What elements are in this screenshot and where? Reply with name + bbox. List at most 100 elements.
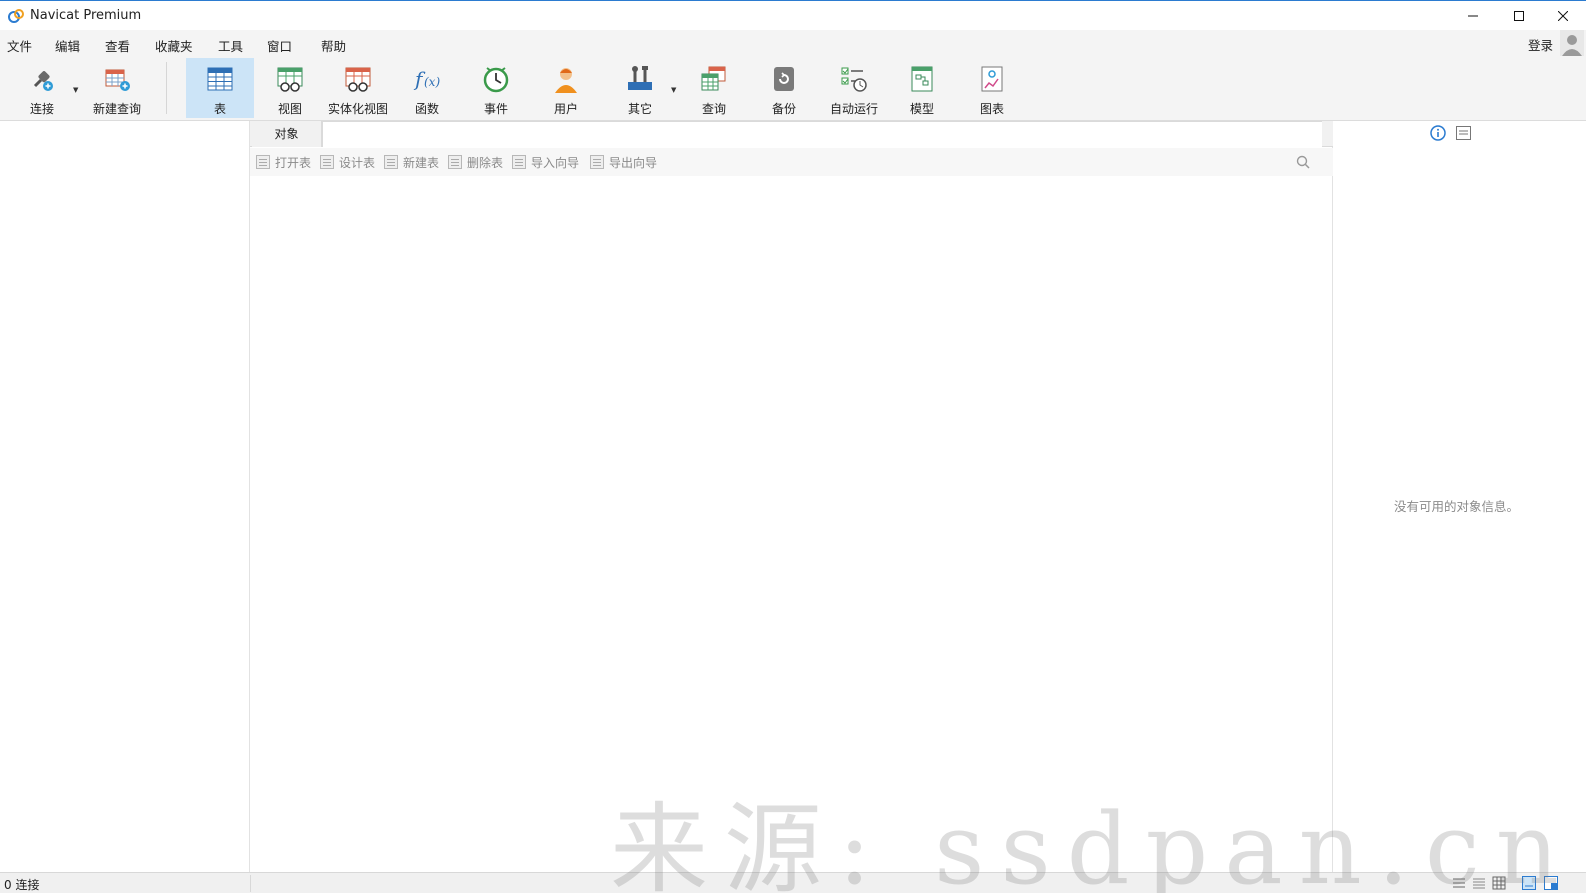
- window-title: Navicat Premium: [30, 8, 142, 23]
- automation-label: 自动运行: [829, 102, 878, 116]
- new-query-button[interactable]: 新建查询: [88, 58, 146, 118]
- login-button[interactable]: 登录: [1528, 35, 1553, 54]
- design-table-icon: [320, 155, 334, 169]
- user-avatar-icon: [1562, 35, 1582, 56]
- view-label: 视图: [277, 102, 302, 116]
- import-wizard-button[interactable]: 导入向导: [512, 154, 579, 170]
- function-button[interactable]: f (x) 函数: [400, 58, 454, 118]
- menu-view[interactable]: 查看: [105, 36, 130, 55]
- delete-table-icon: [448, 155, 462, 169]
- object-pane: 对象 打开表 设计表 新建表 删除表 导入向导 导出向导: [250, 121, 1333, 872]
- table-label: 表: [213, 102, 226, 116]
- export-wizard-label: 导出向导: [609, 155, 658, 170]
- materialized-view-icon: [345, 67, 371, 92]
- list-view-icon[interactable]: [1452, 876, 1466, 890]
- menu-favorites[interactable]: 收藏夹: [155, 36, 193, 55]
- tab-strip: 对象: [250, 121, 1333, 147]
- tools-icon: [628, 66, 652, 90]
- other-label: 其它: [627, 102, 652, 116]
- user-label: 用户: [553, 102, 578, 116]
- backup-label: 备份: [771, 102, 796, 116]
- search-icon[interactable]: [1296, 155, 1310, 169]
- connect-label: 连接: [29, 102, 54, 116]
- main-toolbar: 连接 ▼ 新建查询 表 视图 实体化视图 f (x) 函数 事件 用户 其它 ▼…: [0, 56, 1586, 121]
- close-button[interactable]: [1540, 1, 1586, 31]
- new-query-icon: [105, 69, 130, 91]
- design-table-label: 设计表: [339, 155, 376, 170]
- info-icon[interactable]: [1430, 125, 1446, 141]
- open-table-icon: [256, 155, 270, 169]
- model-icon: [911, 66, 933, 92]
- connect-dropdown-icon[interactable]: ▼: [73, 86, 78, 94]
- navicat-logo-icon: [8, 9, 24, 23]
- grid-view-icon[interactable]: [1492, 876, 1506, 890]
- export-wizard-icon: [590, 155, 604, 169]
- materialized-view-label: 实体化视图: [327, 102, 388, 116]
- delete-table-button[interactable]: 删除表: [448, 154, 503, 170]
- delete-table-label: 删除表: [467, 155, 504, 170]
- menu-edit[interactable]: 编辑: [55, 36, 80, 55]
- automation-button[interactable]: 自动运行: [822, 58, 886, 118]
- table-button[interactable]: 表: [186, 58, 254, 118]
- show-info-pane-icon[interactable]: [1522, 876, 1536, 890]
- connection-count: 0 连接: [4, 878, 40, 892]
- backup-button[interactable]: 备份: [756, 58, 812, 118]
- open-table-label: 打开表: [275, 155, 312, 170]
- no-object-info-message: 没有可用的对象信息。: [1394, 499, 1520, 514]
- model-label: 模型: [909, 102, 934, 116]
- menu-help[interactable]: 帮助: [321, 36, 346, 55]
- import-wizard-label: 导入向导: [531, 155, 580, 170]
- maximize-icon: [1514, 11, 1524, 21]
- export-wizard-button[interactable]: 导出向导: [590, 154, 657, 170]
- ddl-icon[interactable]: [1456, 126, 1471, 140]
- connection-tree-pane[interactable]: [0, 121, 250, 872]
- materialized-view-button[interactable]: 实体化视图: [322, 58, 394, 118]
- tab-objects[interactable]: 对象: [252, 121, 322, 147]
- new-table-button[interactable]: 新建表: [384, 154, 439, 170]
- plug-icon: [33, 71, 53, 91]
- user-icon: [555, 68, 577, 93]
- object-toolbar: 打开表 设计表 新建表 删除表 导入向导 导出向导: [250, 148, 1333, 176]
- clock-icon: [483, 67, 509, 93]
- detail-view-icon[interactable]: [1472, 876, 1486, 890]
- event-label: 事件: [483, 102, 508, 116]
- view-button[interactable]: 视图: [262, 58, 318, 118]
- model-button[interactable]: 模型: [894, 58, 950, 118]
- chart-label: 图表: [979, 102, 1004, 116]
- design-table-button[interactable]: 设计表: [320, 154, 375, 170]
- view-icon: [277, 67, 303, 92]
- query-icon: [701, 66, 726, 91]
- toolbar-separator: [166, 62, 167, 114]
- new-table-label: 新建表: [403, 155, 440, 170]
- query-button[interactable]: 查询: [686, 58, 742, 118]
- query-label: 查询: [701, 102, 726, 116]
- menu-file[interactable]: 文件: [7, 36, 32, 55]
- menu-tools[interactable]: 工具: [218, 36, 243, 55]
- split-pane-icon[interactable]: [1544, 876, 1558, 890]
- svg-text:(x): (x): [424, 75, 440, 89]
- tab-strip-filler: [322, 121, 1322, 147]
- function-icon: f (x): [413, 67, 440, 91]
- menu-window[interactable]: 窗口: [267, 36, 292, 55]
- new-query-label: 新建查询: [92, 102, 141, 116]
- info-pane: 没有可用的对象信息。: [1334, 121, 1586, 872]
- minimize-button[interactable]: [1450, 1, 1496, 31]
- connect-button[interactable]: 连接: [14, 58, 70, 118]
- chart-button[interactable]: 图表: [964, 58, 1020, 118]
- new-table-icon: [384, 155, 398, 169]
- other-button[interactable]: 其它: [612, 58, 668, 118]
- other-dropdown-icon[interactable]: ▼: [671, 86, 676, 94]
- automation-icon: [841, 67, 867, 92]
- function-label: 函数: [414, 102, 439, 116]
- title-bar: Navicat Premium: [0, 0, 1586, 30]
- status-bar: 0 连接: [0, 872, 1586, 893]
- import-wizard-icon: [512, 155, 526, 169]
- menu-bar: 文件 编辑 查看 收藏夹 工具 窗口 帮助 登录: [0, 30, 1586, 56]
- open-table-button[interactable]: 打开表: [256, 154, 311, 170]
- user-button[interactable]: 用户: [538, 58, 594, 118]
- close-icon: [1558, 11, 1568, 21]
- maximize-button[interactable]: [1496, 1, 1542, 31]
- avatar[interactable]: [1560, 30, 1584, 56]
- minimize-icon: [1468, 15, 1478, 17]
- event-button[interactable]: 事件: [468, 58, 524, 118]
